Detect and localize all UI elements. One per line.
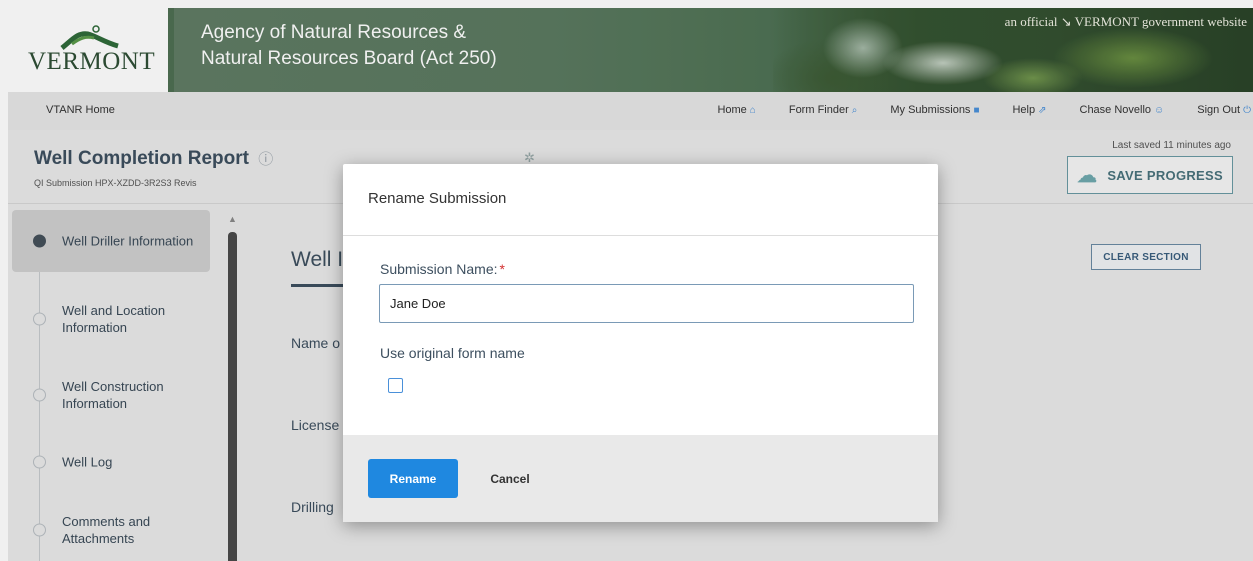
rename-dialog: Rename Submission Submission Name:* Use …	[343, 164, 938, 522]
dialog-title: Rename Submission	[368, 190, 507, 207]
dialog-footer: Rename Cancel	[343, 435, 938, 522]
submission-name-label: Submission Name: *	[380, 261, 505, 277]
use-original-label: Use original form name	[380, 345, 525, 361]
dialog-divider	[343, 235, 938, 236]
submission-name-label-text: Submission Name:	[380, 261, 498, 277]
rename-button[interactable]: Rename	[368, 459, 458, 498]
submission-name-input[interactable]	[379, 284, 914, 323]
use-original-checkbox[interactable]	[388, 378, 403, 393]
cancel-button[interactable]: Cancel	[475, 459, 545, 498]
required-marker: *	[499, 261, 505, 277]
